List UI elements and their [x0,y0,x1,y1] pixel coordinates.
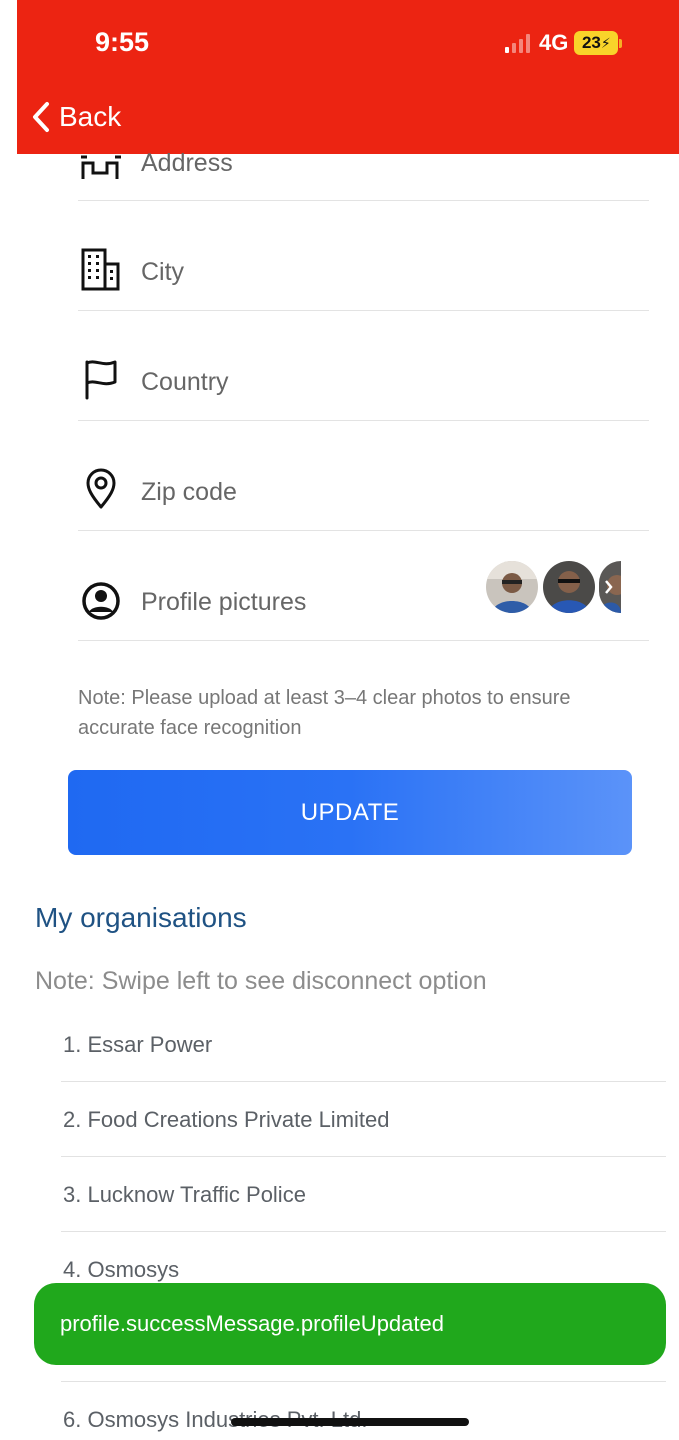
success-toast[interactable]: profile.successMessage.profileUpdated [34,1283,666,1365]
home-icon [78,153,124,179]
address-placeholder: Address [141,149,233,177]
toast-message: profile.successMessage.profileUpdated [60,1311,444,1336]
battery-level: 23 [581,33,601,52]
zip-code-field[interactable]: Zip code [78,421,649,531]
city-placeholder: City [141,258,185,286]
signal-icon [505,33,530,53]
country-placeholder: Country [141,368,229,396]
organisation-label: 1. Essar Power [63,1032,213,1057]
swipe-note: Note: Swipe left to see disconnect optio… [35,967,487,995]
organisation-item[interactable]: 3. Lucknow Traffic Police [61,1157,666,1232]
profile-picture-thumbnail[interactable] [486,561,538,613]
profile-pictures-label: Profile pictures [141,588,307,616]
address-field[interactable]: Address [78,91,649,201]
profile-picture-thumbnail[interactable] [543,561,595,613]
country-field[interactable]: Country [78,311,649,421]
user-circle-icon [78,581,124,621]
organisation-label: 3. Lucknow Traffic Police [63,1182,306,1207]
profile-pictures-list[interactable] [481,561,621,613]
city-field[interactable]: City [78,201,649,311]
profile-picture-thumbnail[interactable] [599,561,621,613]
organisation-label: 2. Food Creations Private Limited [63,1107,390,1132]
chevron-left-icon [33,102,49,132]
network-type: 4G [539,30,569,55]
flag-icon [78,358,124,400]
organisation-item[interactable]: 2. Food Creations Private Limited [61,1082,666,1157]
profile-pictures-field[interactable]: Profile pictures [78,531,649,641]
status-time: 9:55 [95,27,150,57]
zip-code-placeholder: Zip code [141,478,237,506]
location-pin-icon [78,468,124,510]
home-indicator[interactable] [231,1418,469,1426]
organisation-item[interactable]: 6. Osmosys Industries Pvt. Ltd. [61,1382,666,1440]
organisation-item[interactable]: 1. Essar Power [61,1007,666,1082]
photo-upload-note: Note: Please upload at least 3–4 clear p… [78,687,571,739]
status-indicators: 4G 23⚡ [505,30,623,56]
building-icon [78,247,124,291]
battery-icon: 23⚡ [574,31,623,55]
organisations-title: My organisations [35,902,247,933]
organisation-label: 4. Osmosys [63,1257,180,1282]
update-button[interactable]: UPDATE [68,770,632,855]
